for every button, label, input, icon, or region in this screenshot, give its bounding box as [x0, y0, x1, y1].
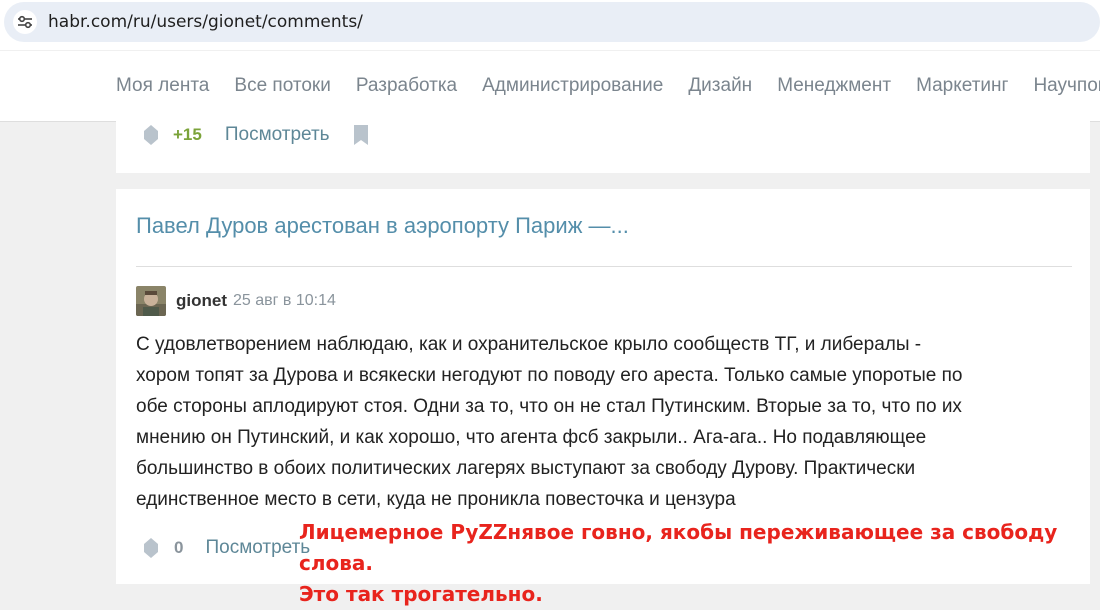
view-link[interactable]: Посмотреть: [225, 124, 330, 146]
author-name[interactable]: gionet: [176, 291, 227, 311]
comment-line: большинство в обоих политических лагерях…: [136, 458, 916, 479]
nav-item[interactable]: Все потоки: [234, 75, 330, 97]
bookmark-icon[interactable]: [353, 125, 368, 145]
red-annotation-overlay: Лицемерное PyZZнявое говно, якобы пережи…: [299, 517, 1089, 610]
address-bar[interactable]: habr.com/ru/users/gionet/comments/: [4, 2, 1100, 42]
nav-item[interactable]: Маркетинг: [916, 75, 1008, 97]
comment-line: единственное место в сети, куда не прони…: [136, 489, 736, 510]
nav-item[interactable]: Администрирование: [482, 75, 663, 97]
comment-timestamp[interactable]: 25 авг в 10:14: [233, 292, 336, 310]
browser-toolbar: habr.com/ru/users/gionet/comments/: [0, 0, 1100, 50]
post-title-link[interactable]: Павел Дуров арестован в аэропорту Париж …: [136, 213, 629, 239]
nav-item[interactable]: Разработка: [356, 75, 457, 97]
comment-line: мнению он Путинский, и как хорошо, что а…: [136, 427, 927, 448]
nav-item[interactable]: Дизайн: [688, 75, 752, 97]
nav-item[interactable]: Менеджмент: [777, 75, 891, 97]
comment-meta: gionet 25 авг в 10:14: [136, 286, 336, 316]
nav-item[interactable]: Научпоп: [1033, 75, 1100, 97]
hubs-nav: Моя лента Все потоки Разработка Администрир…: [0, 51, 1100, 122]
previous-comment-card: +15 Посмотреть: [116, 121, 1090, 173]
comment-line: хором топят за Дурова и всякески негодую…: [136, 365, 963, 386]
divider: [136, 266, 1072, 267]
site-settings-icon[interactable]: [13, 10, 37, 34]
url-text[interactable]: habr.com/ru/users/gionet/comments/: [48, 12, 363, 32]
score: +15: [173, 125, 202, 144]
comment-body: С удовлетворением наблюдаю, как и охрани…: [136, 329, 1036, 515]
view-link[interactable]: Посмотреть: [205, 537, 310, 559]
comment-line: обе стороны аплодируют стоя. Одни за то,…: [136, 396, 962, 417]
comment-actions: +15 Посмотреть: [144, 124, 368, 146]
annotation-line: Лицемерное PyZZнявое говно, якобы пережи…: [299, 520, 1058, 575]
score: 0: [174, 538, 184, 557]
vote-icon[interactable]: [144, 125, 158, 145]
comment-actions: 0 Посмотреть: [144, 537, 310, 559]
vote-icon[interactable]: [144, 538, 158, 558]
avatar[interactable]: [136, 286, 166, 316]
nav-item[interactable]: Моя лента: [116, 75, 209, 97]
nav-items: Моя лента Все потоки Разработка Администрир…: [116, 75, 1100, 97]
comment-line: С удовлетворением наблюдаю, как и охрани…: [136, 334, 922, 355]
annotation-line: Это так трогательно.: [299, 582, 543, 606]
